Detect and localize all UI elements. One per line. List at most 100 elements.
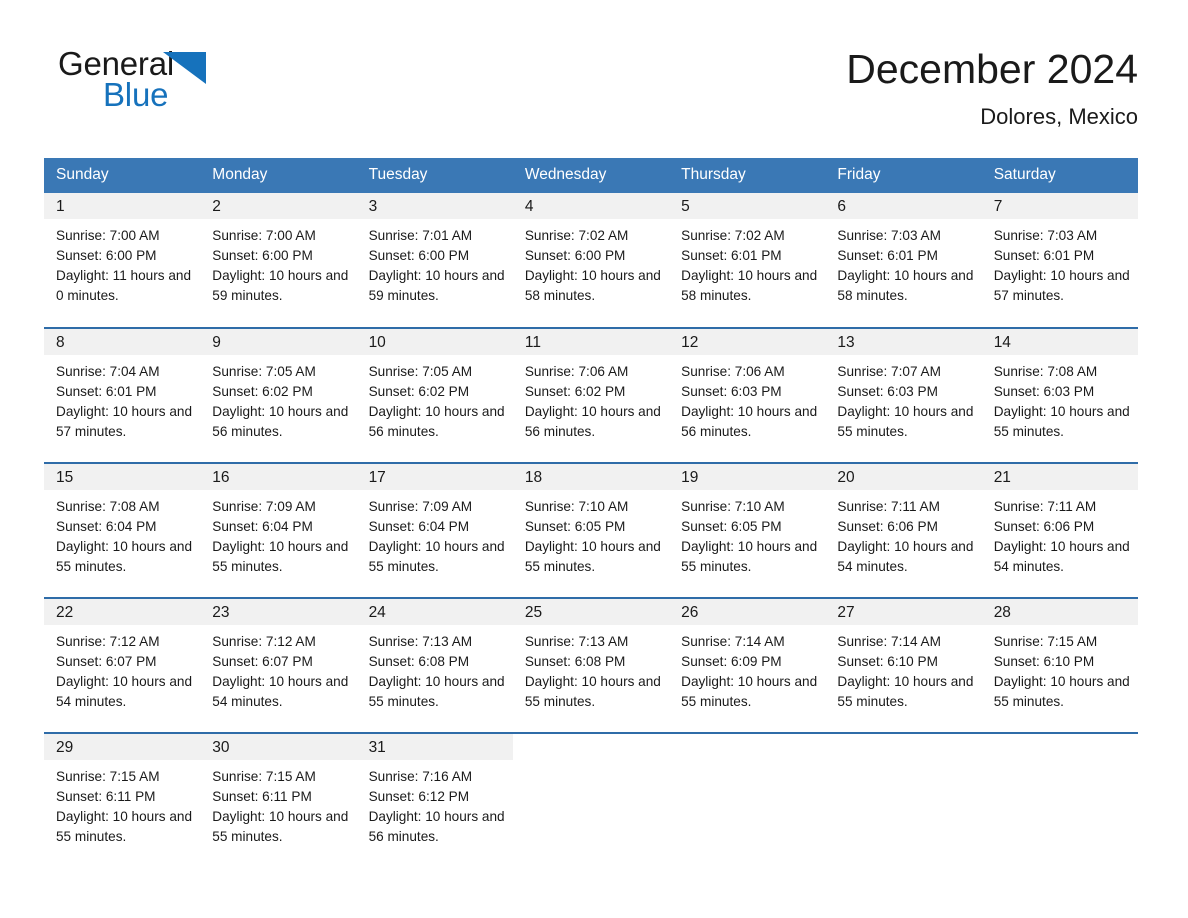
daylight-text: Daylight: 10 hours and 54 minutes. bbox=[212, 674, 349, 709]
calendar-day-cell[interactable]: 23 Sunrise: 7:12 AM Sunset: 6:07 PM Dayligh… bbox=[200, 597, 357, 733]
sunset-text: Sunset: 6:04 PM bbox=[368, 519, 470, 534]
calendar-day-cell[interactable]: 30 Sunrise: 7:15 AM Sunset: 6:11 PM Dayligh… bbox=[200, 732, 357, 862]
sunrise-text: Sunrise: 7:15 AM bbox=[212, 769, 316, 784]
calendar-cell-empty bbox=[512, 732, 670, 862]
weekday-header-saturday: Saturday bbox=[981, 158, 1138, 193]
day-number: 21 bbox=[981, 464, 1138, 490]
daylight-text: Daylight: 10 hours and 54 minutes. bbox=[993, 539, 1130, 574]
day-details: Sunrise: 7:16 AM Sunset: 6:12 PM Daylight:… bbox=[357, 760, 513, 847]
sunrise-text: Sunrise: 7:09 AM bbox=[368, 499, 473, 514]
calendar-body: 1 Sunrise: 7:00 AM Sunset: 6:00 PM Daylight… bbox=[44, 193, 1138, 862]
daylight-text: Daylight: 10 hours and 59 minutes. bbox=[368, 268, 505, 303]
day-details: Sunrise: 7:08 AM Sunset: 6:03 PM Daylight:… bbox=[982, 355, 1138, 442]
calendar-day-cell[interactable]: 13 Sunrise: 7:07 AM Sunset: 6:03 PM Dayligh… bbox=[825, 327, 982, 463]
sunrise-text: Sunrise: 7:15 AM bbox=[56, 769, 160, 784]
sunrise-text: Sunrise: 7:10 AM bbox=[524, 499, 629, 514]
calendar-day-cell[interactable]: 5 Sunrise: 7:02 AM Sunset: 6:01 PM Daylight… bbox=[669, 193, 826, 328]
daylight-text: Daylight: 10 hours and 58 minutes. bbox=[524, 268, 661, 303]
day-number: 23 bbox=[200, 599, 357, 625]
sunrise-text: Sunrise: 7:05 AM bbox=[368, 364, 473, 379]
day-details: Sunrise: 7:15 AM Sunset: 6:10 PM Daylight:… bbox=[982, 625, 1138, 712]
day-number: 9 bbox=[200, 329, 357, 355]
sunrise-text: Sunrise: 7:09 AM bbox=[212, 499, 316, 514]
day-number: 25 bbox=[512, 599, 670, 625]
generalblue-logo[interactable]: General Blue bbox=[58, 47, 208, 119]
day-details: Sunrise: 7:03 AM Sunset: 6:01 PM Daylight:… bbox=[982, 219, 1138, 306]
day-details: Sunrise: 7:10 AM Sunset: 6:05 PM Daylight:… bbox=[669, 490, 825, 577]
daylight-text: Daylight: 10 hours and 56 minutes. bbox=[368, 404, 505, 439]
calendar-day-cell[interactable]: 20 Sunrise: 7:11 AM Sunset: 6:06 PM Dayligh… bbox=[825, 462, 982, 598]
calendar-day-cell[interactable]: 2 Sunrise: 7:00 AM Sunset: 6:00 PM Daylight… bbox=[200, 193, 357, 328]
calendar-day-cell[interactable]: 24 Sunrise: 7:13 AM Sunset: 6:08 PM Dayligh… bbox=[356, 597, 513, 733]
daylight-text: Daylight: 10 hours and 55 minutes. bbox=[368, 539, 505, 574]
calendar-day-cell[interactable]: 8 Sunrise: 7:04 AM Sunset: 6:01 PM Daylight… bbox=[44, 327, 201, 463]
weekday-header-sunday: Sunday bbox=[44, 158, 201, 193]
sunset-text: Sunset: 6:01 PM bbox=[681, 248, 782, 263]
calendar-cell-empty bbox=[981, 732, 1138, 862]
calendar-day-cell[interactable]: 10 Sunrise: 7:05 AM Sunset: 6:02 PM Dayligh… bbox=[356, 327, 513, 463]
calendar-day-cell[interactable]: 4 Sunrise: 7:02 AM Sunset: 6:00 PM Daylight… bbox=[512, 193, 670, 328]
sunset-text: Sunset: 6:00 PM bbox=[524, 248, 626, 263]
day-number: 18 bbox=[512, 464, 670, 490]
sunset-text: Sunset: 6:09 PM bbox=[681, 654, 782, 669]
calendar-day-cell[interactable]: 14 Sunrise: 7:08 AM Sunset: 6:03 PM Dayligh… bbox=[981, 327, 1138, 463]
daylight-text: Daylight: 10 hours and 56 minutes. bbox=[212, 404, 349, 439]
logo-text-blue: Blue bbox=[103, 76, 169, 113]
daylight-text: Daylight: 10 hours and 56 minutes. bbox=[368, 809, 505, 844]
day-number: 3 bbox=[356, 193, 513, 219]
calendar-day-cell[interactable]: 9 Sunrise: 7:05 AM Sunset: 6:02 PM Daylight… bbox=[200, 327, 357, 463]
daylight-text: Daylight: 10 hours and 56 minutes. bbox=[681, 404, 818, 439]
day-number: 8 bbox=[44, 329, 201, 355]
sunrise-text: Sunrise: 7:00 AM bbox=[56, 228, 160, 243]
calendar-header-row: Sunday Monday Tuesday Wednesday Thursday… bbox=[44, 158, 1138, 193]
daylight-text: Daylight: 10 hours and 55 minutes. bbox=[524, 674, 661, 709]
sunrise-text: Sunrise: 7:10 AM bbox=[681, 499, 785, 514]
calendar-week-row: 15 Sunrise: 7:08 AM Sunset: 6:04 PM Dayligh… bbox=[44, 462, 1138, 598]
day-number: 19 bbox=[669, 464, 826, 490]
day-details: Sunrise: 7:14 AM Sunset: 6:09 PM Daylight:… bbox=[669, 625, 825, 712]
calendar-day-cell[interactable]: 3 Sunrise: 7:01 AM Sunset: 6:00 PM Daylight… bbox=[356, 193, 513, 328]
sunset-text: Sunset: 6:00 PM bbox=[368, 248, 470, 263]
sunset-text: Sunset: 6:06 PM bbox=[837, 519, 938, 534]
calendar-day-cell[interactable]: 12 Sunrise: 7:06 AM Sunset: 6:03 PM Dayligh… bbox=[669, 327, 826, 463]
day-details: Sunrise: 7:07 AM Sunset: 6:03 PM Daylight:… bbox=[825, 355, 981, 442]
sunrise-text: Sunrise: 7:15 AM bbox=[993, 634, 1098, 649]
day-number: 5 bbox=[669, 193, 826, 219]
calendar-day-cell[interactable]: 1 Sunrise: 7:00 AM Sunset: 6:00 PM Daylight… bbox=[44, 193, 201, 328]
calendar-day-cell[interactable]: 22 Sunrise: 7:12 AM Sunset: 6:07 PM Dayligh… bbox=[44, 597, 201, 733]
calendar-day-cell[interactable]: 26 Sunrise: 7:14 AM Sunset: 6:09 PM Dayligh… bbox=[669, 597, 826, 733]
calendar-cell-empty bbox=[669, 732, 826, 862]
sunrise-text: Sunrise: 7:08 AM bbox=[993, 364, 1098, 379]
calendar-day-cell[interactable]: 28 Sunrise: 7:15 AM Sunset: 6:10 PM Dayligh… bbox=[981, 597, 1138, 733]
calendar-day-cell[interactable]: 31 Sunrise: 7:16 AM Sunset: 6:12 PM Dayligh… bbox=[356, 732, 513, 862]
calendar-day-cell[interactable]: 29 Sunrise: 7:15 AM Sunset: 6:11 PM Dayligh… bbox=[44, 732, 201, 862]
calendar-day-cell[interactable]: 18 Sunrise: 7:10 AM Sunset: 6:05 PM Dayligh… bbox=[512, 462, 670, 598]
daylight-text: Daylight: 10 hours and 56 minutes. bbox=[524, 404, 661, 439]
sunset-text: Sunset: 6:12 PM bbox=[368, 789, 470, 804]
calendar-day-cell[interactable]: 15 Sunrise: 7:08 AM Sunset: 6:04 PM Dayligh… bbox=[44, 462, 201, 598]
calendar-day-cell[interactable]: 19 Sunrise: 7:10 AM Sunset: 6:05 PM Dayligh… bbox=[669, 462, 826, 598]
calendar-week-row: 8 Sunrise: 7:04 AM Sunset: 6:01 PM Daylight… bbox=[44, 327, 1138, 463]
calendar-day-cell[interactable]: 21 Sunrise: 7:11 AM Sunset: 6:06 PM Dayligh… bbox=[981, 462, 1138, 598]
calendar-day-cell[interactable]: 25 Sunrise: 7:13 AM Sunset: 6:08 PM Dayligh… bbox=[512, 597, 670, 733]
day-details: Sunrise: 7:02 AM Sunset: 6:01 PM Daylight:… bbox=[669, 219, 825, 306]
day-details: Sunrise: 7:15 AM Sunset: 6:11 PM Daylight:… bbox=[200, 760, 356, 847]
daylight-text: Daylight: 11 hours and 0 minutes. bbox=[56, 268, 192, 303]
day-number: 17 bbox=[356, 464, 513, 490]
day-details: Sunrise: 7:01 AM Sunset: 6:00 PM Daylight:… bbox=[357, 219, 513, 306]
page-header: General Blue December 2024 Dolores, Mexi… bbox=[0, 0, 1188, 129]
calendar-day-cell[interactable]: 11 Sunrise: 7:06 AM Sunset: 6:02 PM Dayligh… bbox=[512, 327, 670, 463]
day-details: Sunrise: 7:03 AM Sunset: 6:01 PM Daylight:… bbox=[825, 219, 981, 306]
sunset-text: Sunset: 6:03 PM bbox=[837, 384, 938, 399]
calendar-day-cell[interactable]: 17 Sunrise: 7:09 AM Sunset: 6:04 PM Dayligh… bbox=[356, 462, 513, 598]
sunset-text: Sunset: 6:03 PM bbox=[993, 384, 1095, 399]
sunset-text: Sunset: 6:03 PM bbox=[681, 384, 782, 399]
sunset-text: Sunset: 6:04 PM bbox=[212, 519, 313, 534]
day-number: 6 bbox=[825, 193, 982, 219]
calendar-day-cell[interactable]: 7 Sunrise: 7:03 AM Sunset: 6:01 PM Daylight… bbox=[981, 193, 1138, 328]
calendar-day-cell[interactable]: 16 Sunrise: 7:09 AM Sunset: 6:04 PM Dayligh… bbox=[200, 462, 357, 598]
calendar-day-cell[interactable]: 27 Sunrise: 7:14 AM Sunset: 6:10 PM Dayligh… bbox=[825, 597, 982, 733]
calendar-day-cell[interactable]: 6 Sunrise: 7:03 AM Sunset: 6:01 PM Daylight… bbox=[825, 193, 982, 328]
sunrise-text: Sunrise: 7:13 AM bbox=[524, 634, 629, 649]
sunset-text: Sunset: 6:00 PM bbox=[56, 248, 157, 263]
